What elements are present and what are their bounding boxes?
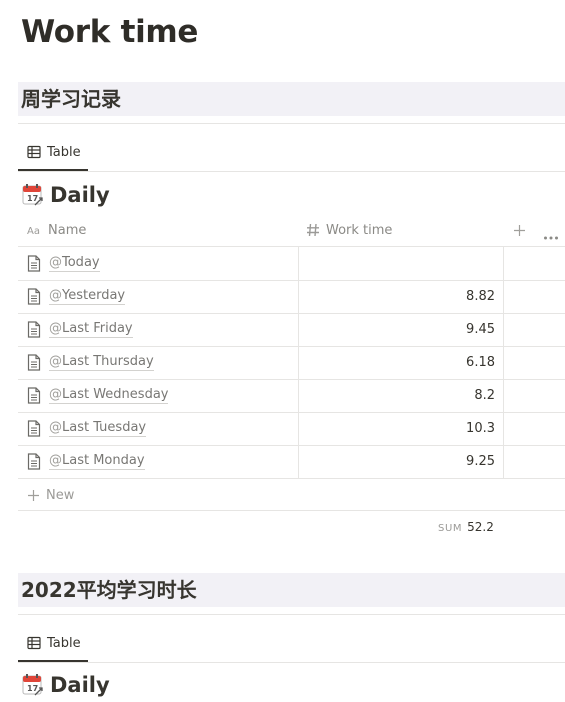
column-label: Name: [48, 222, 87, 238]
date-mention[interactable]: @Last Tuesday: [49, 420, 147, 437]
sum-label: SUM: [438, 523, 463, 534]
page-icon: [27, 354, 41, 371]
table-row[interactable]: @Today: [18, 247, 565, 280]
work-time-cell[interactable]: 6.18: [466, 346, 495, 379]
divider: [18, 123, 565, 124]
column-header-name[interactable]: Aa Name: [27, 221, 86, 239]
table-row[interactable]: @Last Friday 9.45: [18, 313, 565, 346]
column-sum[interactable]: SUM 52.2: [438, 520, 494, 534]
page-title: Work time: [21, 14, 199, 50]
more-horizontal-icon: [544, 236, 558, 240]
calendar-icon: 17: [22, 183, 44, 207]
table-icon: [27, 145, 41, 159]
work-time-cell[interactable]: 9.45: [466, 313, 495, 346]
column-header-work-time[interactable]: Work time: [306, 221, 392, 239]
tab-label: Table: [47, 144, 81, 160]
add-property-button[interactable]: [513, 222, 526, 241]
hash-icon: [307, 223, 319, 237]
more-options-button[interactable]: [543, 226, 559, 245]
new-row-label: New: [46, 487, 75, 503]
tab-label: Table: [47, 635, 81, 651]
page-icon: [27, 255, 41, 272]
date-mention[interactable]: @Last Friday: [49, 321, 133, 338]
work-time-cell[interactable]: 8.2: [474, 379, 495, 412]
page-icon: [27, 288, 41, 305]
table-row[interactable]: @Last Monday 9.25: [18, 445, 565, 478]
table-row[interactable]: @Last Thursday 6.18: [18, 346, 565, 379]
page-icon: [27, 387, 41, 404]
date-mention[interactable]: @Today: [49, 255, 100, 272]
table-row[interactable]: @Last Tuesday 10.3: [18, 412, 565, 445]
divider: [18, 171, 565, 172]
tab-table[interactable]: Table: [18, 137, 81, 167]
svg-text:Aa: Aa: [27, 226, 40, 236]
table-row[interactable]: @Last Wednesday 8.2: [18, 379, 565, 412]
svg-text:17: 17: [27, 194, 38, 203]
page-icon: [27, 420, 41, 437]
work-time-cell[interactable]: 10.3: [466, 412, 495, 445]
text-property-icon: Aa: [27, 226, 40, 236]
date-mention[interactable]: @Yesterday: [49, 288, 126, 305]
section-heading: 2022平均学习时长: [18, 573, 565, 607]
view-title-text: Daily: [50, 183, 110, 207]
work-time-cell[interactable]: 9.25: [466, 445, 495, 478]
plus-icon: [28, 489, 39, 501]
column-label: Work time: [326, 222, 393, 238]
date-mention[interactable]: @Last Monday: [49, 453, 145, 470]
divider: [18, 510, 565, 511]
date-mention[interactable]: @Last Thursday: [49, 354, 154, 371]
table-icon: [27, 636, 41, 650]
divider: [18, 662, 565, 663]
view-title[interactable]: 17 Daily: [22, 183, 110, 207]
new-row-button[interactable]: New: [27, 486, 74, 504]
page-icon: [27, 321, 41, 338]
plus-icon: [514, 225, 525, 236]
view-title-text: Daily: [50, 673, 110, 697]
table-row[interactable]: @Yesterday 8.82: [18, 280, 565, 313]
svg-text:17: 17: [27, 684, 38, 693]
divider: [18, 614, 565, 615]
view-title[interactable]: 17 Daily: [22, 673, 110, 697]
tab-table[interactable]: Table: [18, 628, 81, 658]
row-divider: [18, 478, 565, 479]
sum-value: 52.2: [467, 520, 494, 534]
date-mention[interactable]: @Last Wednesday: [49, 387, 169, 404]
section-heading: 周学习记录: [18, 82, 565, 116]
work-time-cell[interactable]: 8.82: [466, 280, 495, 313]
page-icon: [27, 453, 41, 470]
calendar-icon: 17: [22, 673, 44, 697]
